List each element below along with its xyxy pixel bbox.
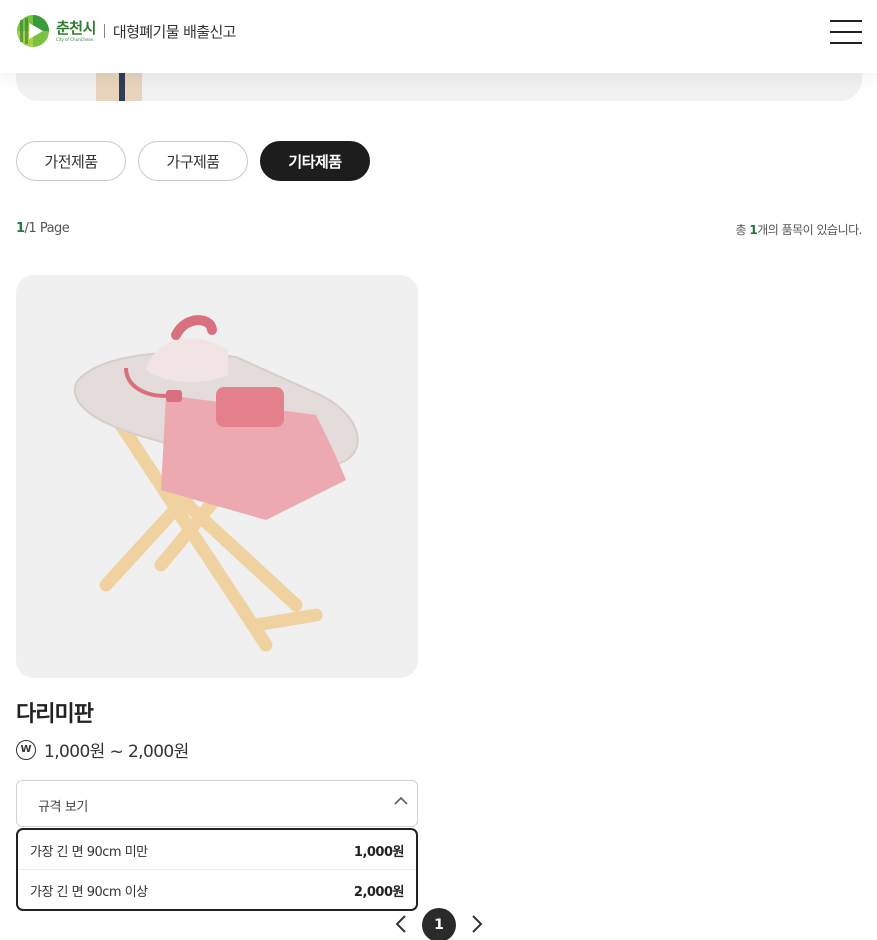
- category-tabs: 가전제품 가구제품 기타제품: [16, 141, 382, 181]
- spec-label: 가장 긴 면 90cm 미만: [30, 844, 148, 860]
- spec-toggle-label: 규격 보기: [38, 800, 88, 815]
- price-range: 1,000원 ~ 2,000원: [44, 742, 189, 762]
- price-row: W 1,000원 ~ 2,000원: [16, 737, 189, 762]
- site-header: 춘천시 City of ChunCheon 대형폐기물 배출신고: [0, 0, 877, 73]
- product-image: [16, 275, 418, 678]
- menu-line: [830, 31, 862, 33]
- pagination: 1: [392, 908, 492, 940]
- current-page: 1: [16, 221, 25, 236]
- logo-text: 춘천시 City of ChunCheon: [56, 18, 96, 43]
- item-count: 총 1개의 품목이 있습니다.: [735, 221, 862, 238]
- site-logo[interactable]: 춘천시 City of ChunCheon 대형폐기물 배출신고: [16, 14, 236, 48]
- count-suffix: 개의 품목이 있습니다.: [757, 223, 862, 237]
- tab-appliances[interactable]: 가전제품: [16, 141, 126, 181]
- spec-label: 가장 긴 면 90cm 이상: [30, 885, 148, 900]
- total-pages: /1 Page: [24, 221, 70, 236]
- product-name: 다리미판: [16, 702, 94, 727]
- won-currency-icon: W: [16, 739, 36, 760]
- count-number: 1: [749, 223, 758, 237]
- city-sub: City of ChunCheon: [56, 36, 94, 42]
- tab-furniture[interactable]: 가구제품: [138, 141, 248, 181]
- chevron-left-icon[interactable]: [392, 914, 410, 934]
- ironing-board-illustration: [73, 315, 359, 652]
- menu-line: [830, 42, 862, 44]
- logo-divider: [103, 24, 105, 38]
- spec-list: 가장 긴 면 90cm 미만 1,000원 가장 긴 면 90cm 이상 2,0…: [16, 828, 418, 911]
- city-name: 춘천시: [56, 18, 96, 37]
- spec-price: 1,000원: [353, 844, 405, 860]
- spec-row: 가장 긴 면 90cm 미만 1,000원: [18, 831, 416, 870]
- hamburger-menu-icon[interactable]: [830, 20, 862, 46]
- menu-line: [830, 20, 862, 22]
- chuncheon-logo-icon: [17, 15, 49, 47]
- service-title: 대형폐기물 배출신고: [112, 22, 237, 41]
- spec-row: 가장 긴 면 90cm 이상 2,000원: [18, 871, 416, 910]
- page-button-current[interactable]: 1: [422, 908, 456, 940]
- chevron-right-icon[interactable]: [468, 914, 486, 934]
- tab-others[interactable]: 기타제품: [260, 141, 370, 181]
- chevron-up-icon: [394, 796, 408, 805]
- spec-toggle-button[interactable]: 규격 보기: [16, 780, 418, 827]
- page-indicator: 1/1 Page: [16, 221, 70, 236]
- spec-price: 2,000원: [353, 885, 405, 900]
- count-prefix: 총: [735, 223, 750, 237]
